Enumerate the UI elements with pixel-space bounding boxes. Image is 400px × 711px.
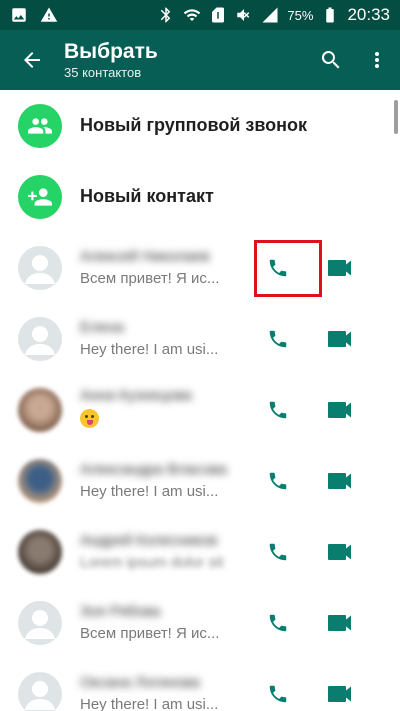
contact-name: Зоя Рябова [80,603,161,619]
contact-name: Александра Власова [80,461,227,477]
contact-status: Hey there! I am usi... [80,341,219,358]
voice-call-button[interactable] [256,601,300,645]
videocam-icon [328,401,351,418]
contact-name: Алексей Николаев [80,248,210,264]
mute-icon [235,6,253,24]
video-call-button[interactable] [318,459,362,503]
search-icon [321,51,340,69]
signal-icon [261,6,279,24]
contact-photo [18,529,62,574]
contact-status: Всем привет! Я ис... [80,625,220,642]
voice-call-button[interactable] [256,317,300,361]
back-button[interactable] [0,30,64,90]
voice-call-button[interactable] [256,459,300,503]
page-title: Выбрать [64,39,158,63]
video-call-button[interactable] [318,246,362,290]
contact-count: 35 контактов [64,64,142,80]
phone-icon [269,472,287,489]
more-options-button[interactable] [354,30,400,90]
videocam-icon [328,543,351,560]
app-bar: Выбрать 35 контактов [0,30,400,90]
image-icon [10,6,28,24]
videocam-icon [328,685,351,702]
contact-row[interactable]: Александра Власова Hey there! I am usi... [0,445,400,516]
contact-status: Hey there! I am usi... [80,483,219,500]
default-avatar-icon [18,245,62,290]
video-call-button[interactable] [318,388,362,432]
battery-icon [321,6,339,24]
contact-row[interactable]: Анна Кузнецова [0,374,400,445]
contact-row[interactable]: Андрей Колесников Lorem ipsum dolor sit [0,516,400,587]
battery-percent: 75% [287,7,314,23]
phone-icon [269,685,287,702]
highlight-box [254,240,322,297]
default-avatar-icon [18,316,62,361]
contact-row[interactable]: Алексей Николаев Всем привет! Я ис... [0,232,400,303]
default-avatar-icon [18,600,62,645]
new-contact-item[interactable]: Новый контакт [0,161,400,232]
phone-icon [269,330,287,347]
more-vert-icon [375,52,379,68]
voice-call-button[interactable] [256,530,300,574]
group-icon [18,103,62,148]
video-call-button[interactable] [318,530,362,574]
videocam-icon [328,614,351,631]
contact-photo [18,458,62,503]
contact-row[interactable]: Оксана Логинова Hey there! I am usi... [0,658,400,711]
contact-photo [18,387,62,432]
scrollbar[interactable] [394,100,398,134]
voice-call-button[interactable] [256,388,300,432]
contact-list[interactable]: Новый групповой звонок Новый контакт Але… [0,90,400,711]
video-call-button[interactable] [318,601,362,645]
contact-status: Lorem ipsum dolor sit [80,554,224,571]
bluetooth-icon [157,6,175,24]
voice-call-button[interactable] [256,672,300,711]
new-group-call-item[interactable]: Новый групповой звонок [0,90,400,161]
contact-name: Анна Кузнецова [80,387,192,403]
phone-icon [269,543,287,560]
contact-status: Hey there! I am usi... [80,696,219,711]
contact-name: Елена [80,319,124,335]
contact-status: Всем привет! Я ис... [80,270,220,287]
winking-tongue-emoji-icon [80,409,99,428]
contact-status [80,409,230,432]
contact-name: Оксана Логинова [80,674,200,690]
contact-row[interactable]: Зоя Рябова Всем привет! Я ис... [0,587,400,658]
new-contact-label: Новый контакт [80,186,214,206]
contact-row[interactable]: Елена Hey there! I am usi... [0,303,400,374]
add-person-icon [18,174,62,219]
new-group-call-label: Новый групповой звонок [80,115,308,135]
status-bar: 75% 20:33 [0,0,400,30]
sim-icon [209,6,227,24]
wifi-icon [183,6,201,24]
videocam-icon [328,259,351,276]
search-button[interactable] [308,30,354,90]
warning-icon [40,6,58,24]
video-call-button[interactable] [318,317,362,361]
contact-name: Андрей Колесников [80,532,218,548]
phone-icon [269,401,287,418]
videocam-icon [328,472,351,489]
clock: 20:33 [347,5,390,24]
video-call-button[interactable] [318,672,362,711]
phone-icon [269,614,287,631]
videocam-icon [328,330,351,347]
back-arrow-icon [24,52,40,68]
default-avatar-icon [18,671,62,711]
